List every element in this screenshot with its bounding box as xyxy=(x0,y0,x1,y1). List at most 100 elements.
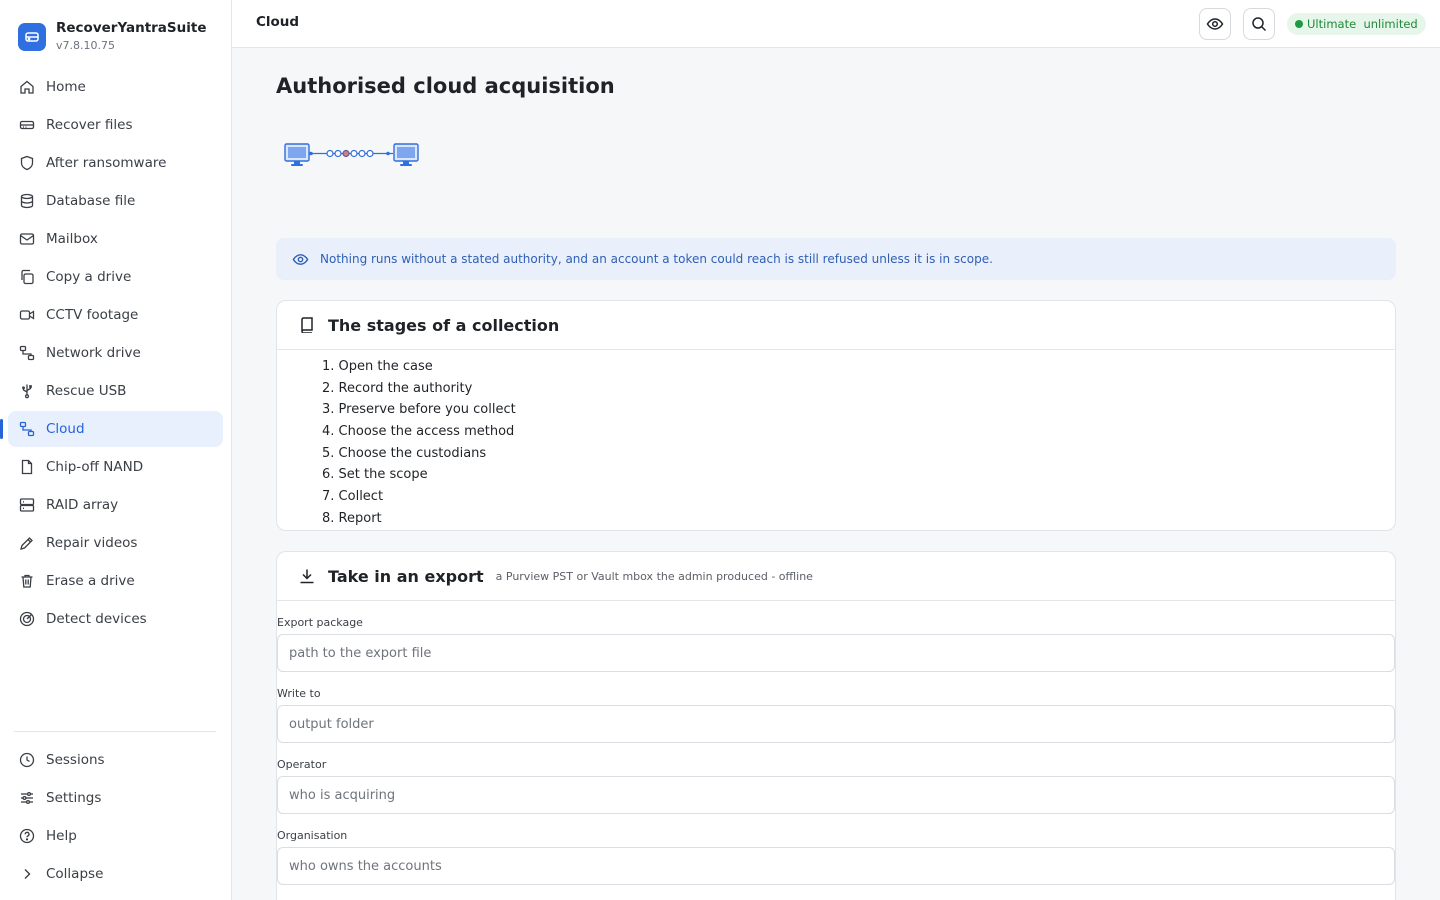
export-form: Export package Write to Operator Organis… xyxy=(277,613,1395,885)
sidebar-item-cloud[interactable]: Cloud xyxy=(0,411,223,447)
stage-item: 7. Collect xyxy=(322,489,384,505)
radar-icon xyxy=(18,610,36,628)
stages-list: 1. Open the case 2. Record the authority… xyxy=(277,350,1395,530)
export-card-header: Take in an export a Purview PST or Vault… xyxy=(277,552,1395,601)
sidebar: RecoverYantraSuite v7.8.10.75 Home Recov… xyxy=(0,0,232,900)
page-title: Authorised cloud acquisition xyxy=(276,74,615,98)
sidebar-item-raid-array[interactable]: RAID array xyxy=(8,487,223,523)
stage-item: 8. Report xyxy=(322,510,382,526)
app-name: RecoverYantraSuite xyxy=(56,20,207,36)
sidebar-item-label: Help xyxy=(46,828,77,844)
app-version: v7.8.10.75 xyxy=(56,39,115,52)
eye-icon xyxy=(1206,15,1224,33)
sidebar-item-help[interactable]: Help xyxy=(8,818,223,854)
sidebar-item-label: Copy a drive xyxy=(46,269,132,285)
brand: RecoverYantraSuite v7.8.10.75 xyxy=(18,19,207,59)
sidebar-item-label: Erase a drive xyxy=(46,573,135,589)
sidebar-item-label: Recover files xyxy=(46,117,133,133)
authority-notice: Nothing runs without a stated authority,… xyxy=(276,238,1396,280)
book-icon xyxy=(299,317,315,333)
export-card: Take in an export a Purview PST or Vault… xyxy=(276,551,1396,900)
sidebar-item-sessions[interactable]: Sessions xyxy=(8,742,223,778)
sliders-icon xyxy=(18,789,36,807)
sidebar-item-label: Settings xyxy=(46,790,102,806)
sidebar-item-erase-a-drive[interactable]: Erase a drive xyxy=(8,563,223,599)
view-toggle-button[interactable] xyxy=(1199,8,1231,40)
copy-icon xyxy=(18,268,36,286)
stage-item: 3. Preserve before you collect xyxy=(322,402,516,418)
sidebar-item-label: Detect devices xyxy=(46,611,147,627)
sidebar-divider xyxy=(14,731,216,732)
sidebar-item-detect-devices[interactable]: Detect devices xyxy=(8,601,223,637)
search-icon xyxy=(1251,16,1267,32)
sidebar-item-label: Network drive xyxy=(46,345,141,361)
sidebar-item-label: Chip-off NAND xyxy=(46,459,144,475)
license-badge: Ultimate unlimited xyxy=(1287,13,1426,35)
sidebar-item-label: Repair videos xyxy=(46,535,138,551)
notice-text: Nothing runs without a stated authority,… xyxy=(320,252,993,266)
mail-icon xyxy=(18,230,36,248)
sidebar-item-label: Rescue USB xyxy=(46,383,127,399)
shield-icon xyxy=(18,154,36,172)
operator-input[interactable] xyxy=(277,776,1395,814)
wrench-icon xyxy=(18,534,36,552)
computer-left-icon xyxy=(284,143,310,166)
sidebar-item-settings[interactable]: Settings xyxy=(8,780,223,816)
sidebar-bottom-nav: Sessions Settings Help Collapse xyxy=(8,742,223,894)
sidebar-item-database-file[interactable]: Database file xyxy=(8,183,223,219)
export-package-input[interactable] xyxy=(277,634,1395,672)
stage-item: 1. Open the case xyxy=(322,359,433,374)
sidebar-item-copy-a-drive[interactable]: Copy a drive xyxy=(8,259,223,295)
sidebar-item-chip-off-nand[interactable]: Chip-off NAND xyxy=(8,449,223,485)
app-logo-icon xyxy=(18,23,46,51)
export-package-label: Export package xyxy=(277,616,363,629)
top-header: Cloud Ultimate unlimited xyxy=(232,0,1440,48)
stage-item: 2. Record the authority xyxy=(322,380,473,396)
sidebar-item-label: Cloud xyxy=(46,421,85,437)
trash-icon xyxy=(18,572,36,590)
write-to-input[interactable] xyxy=(277,705,1395,743)
sidebar-item-network-drive[interactable]: Network drive xyxy=(8,335,223,371)
help-icon xyxy=(18,827,36,845)
sidebar-item-repair-videos[interactable]: Repair videos xyxy=(8,525,223,561)
sidebar-item-label: Mailbox xyxy=(46,231,98,247)
stages-title: The stages of a collection xyxy=(328,315,560,335)
stage-item: 6. Set the scope xyxy=(322,467,428,483)
sidebar-item-label: After ransomware xyxy=(46,155,167,171)
sidebar-item-label: Database file xyxy=(46,193,136,209)
stage-item: 4. Choose the access method xyxy=(322,424,515,440)
sidebar-item-mailbox[interactable]: Mailbox xyxy=(8,221,223,257)
sidebar-item-label: Home xyxy=(46,79,86,95)
export-title: Take in an export xyxy=(328,566,484,586)
chevron-right-icon xyxy=(18,865,36,883)
sidebar-item-home[interactable]: Home xyxy=(8,69,223,105)
clock-icon xyxy=(18,751,36,769)
sidebar-item-label: Sessions xyxy=(46,752,105,768)
write-to-label: Write to xyxy=(277,687,321,700)
sidebar-item-after-ransomware[interactable]: After ransomware xyxy=(8,145,223,181)
sidebar-item-recover-files[interactable]: Recover files xyxy=(8,107,223,143)
drive-icon xyxy=(18,116,36,134)
sidebar-item-label: RAID array xyxy=(46,497,119,513)
stage-item: 5. Choose the custodians xyxy=(322,445,487,461)
file-icon xyxy=(18,458,36,476)
eye-icon xyxy=(292,251,309,268)
database-icon xyxy=(18,192,36,210)
sidebar-item-collapse[interactable]: Collapse xyxy=(8,856,223,892)
home-icon xyxy=(18,78,36,96)
organisation-input[interactable] xyxy=(277,847,1395,885)
cloud-transfer-illustration xyxy=(282,140,422,176)
sidebar-item-cctv-footage[interactable]: CCTV footage xyxy=(8,297,223,333)
operator-label: Operator xyxy=(277,758,327,771)
download-icon xyxy=(299,568,315,584)
organisation-label: Organisation xyxy=(277,829,348,842)
network-icon xyxy=(18,420,36,438)
export-subtitle: a Purview PST or Vault mbox the admin pr… xyxy=(495,569,813,583)
sidebar-item-rescue-usb[interactable]: Rescue USB xyxy=(8,373,223,409)
search-button[interactable] xyxy=(1243,8,1275,40)
header-title: Cloud xyxy=(256,14,300,30)
stages-card: The stages of a collection 1. Open the c… xyxy=(276,300,1396,531)
usb-icon xyxy=(18,382,36,400)
computer-right-icon xyxy=(393,143,419,166)
network-icon xyxy=(18,344,36,362)
